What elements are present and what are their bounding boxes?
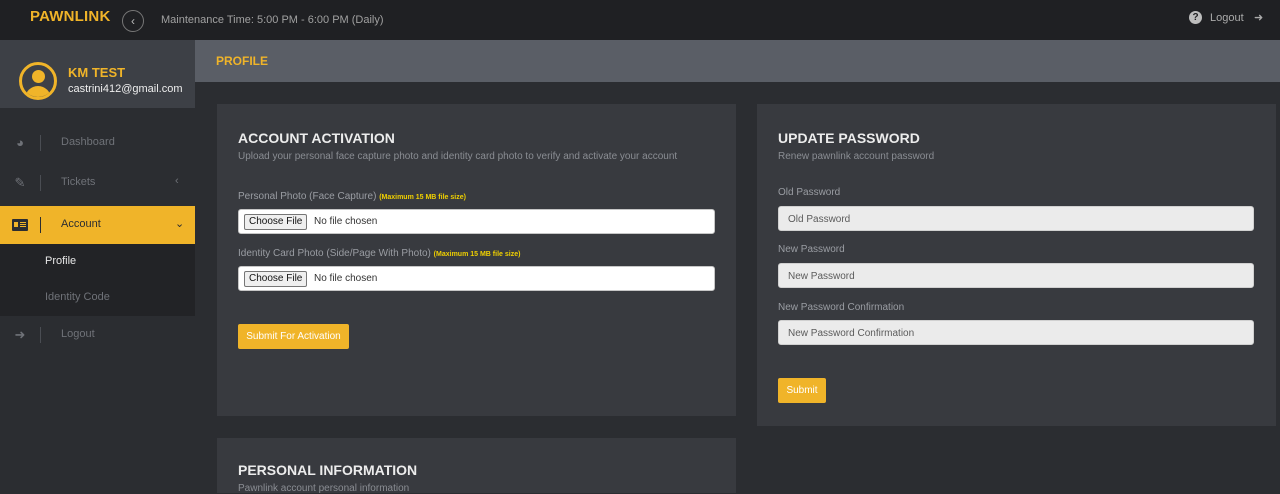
ticket-icon: ✎ bbox=[14, 175, 26, 190]
choose-file-button[interactable]: Choose File bbox=[244, 214, 308, 230]
user-email: castrini412@gmail.com bbox=[68, 83, 183, 95]
panel-title: UPDATE PASSWORD bbox=[778, 130, 920, 146]
choose-file-button[interactable]: Choose File bbox=[244, 271, 308, 287]
top-logout-link[interactable]: Logout bbox=[1210, 12, 1244, 24]
sidebar-subitem-identity-code[interactable]: Identity Code bbox=[0, 280, 195, 316]
page-title: PROFILE bbox=[216, 54, 269, 68]
user-profile-box: KM TEST castrini412@gmail.com bbox=[0, 40, 195, 108]
sidebar-item-account[interactable]: Account ⌄ bbox=[0, 206, 195, 244]
new-password-label: New Password bbox=[778, 244, 845, 255]
file-status: No file chosen bbox=[314, 273, 378, 284]
sidebar-subitem-label: Profile bbox=[45, 255, 77, 267]
update-password-panel: UPDATE PASSWORD Renew pawnlink account p… bbox=[757, 104, 1276, 426]
chevron-left-icon: ‹ bbox=[175, 175, 179, 187]
sign-out-icon[interactable]: ➜ bbox=[1254, 11, 1263, 24]
user-name: KM TEST bbox=[68, 65, 126, 80]
maintenance-notice: Maintenance Time: 5:00 PM - 6:00 PM (Dai… bbox=[161, 14, 384, 26]
new-password-field[interactable]: New Password bbox=[778, 263, 1254, 288]
file-size-note: (Maximum 15 MB file size) bbox=[433, 251, 521, 258]
avatar bbox=[19, 62, 57, 100]
personal-photo-label: Personal Photo (Face Capture) (Maximum 1… bbox=[238, 191, 466, 202]
identity-card-photo-label: Identity Card Photo (Side/Page With Phot… bbox=[238, 248, 521, 259]
identity-card-file-input[interactable]: Choose File No file chosen bbox=[238, 266, 715, 291]
old-password-field[interactable]: Old Password bbox=[778, 206, 1254, 231]
sidebar-item-dashboard[interactable]: ◕ Dashboard bbox=[0, 124, 195, 162]
sidebar-item-label: Logout bbox=[61, 328, 95, 340]
chevron-left-icon[interactable]: ‹ bbox=[122, 10, 144, 32]
old-password-label: Old Password bbox=[778, 187, 841, 198]
sidebar-item-label: Tickets bbox=[61, 176, 96, 188]
sidebar-item-label: Dashboard bbox=[61, 136, 115, 148]
chevron-down-icon: ⌄ bbox=[175, 218, 185, 230]
submit-password-button[interactable]: Submit bbox=[778, 378, 826, 403]
id-card-icon bbox=[12, 219, 28, 231]
panel-title: ACCOUNT ACTIVATION bbox=[238, 130, 395, 146]
page-header: PROFILE bbox=[195, 40, 1280, 82]
submit-for-activation-button[interactable]: Submit For Activation bbox=[238, 324, 349, 349]
sidebar-item-logout[interactable]: ➜ Logout bbox=[0, 316, 195, 354]
brand-logo[interactable]: PAWNLINK bbox=[30, 8, 110, 25]
personal-information-panel: PERSONAL INFORMATION Pawnlink account pe… bbox=[217, 438, 736, 494]
top-bar: PAWNLINK ‹ Maintenance Time: 5:00 PM - 6… bbox=[0, 0, 1280, 40]
new-password-confirmation-label: New Password Confirmation bbox=[778, 302, 905, 313]
account-activation-panel: ACCOUNT ACTIVATION Upload your personal … bbox=[217, 104, 736, 416]
personal-photo-file-input[interactable]: Choose File No file chosen bbox=[238, 209, 715, 234]
panel-subtitle: Renew pawnlink account password bbox=[778, 151, 935, 162]
sidebar-item-tickets[interactable]: ✎ Tickets ‹ bbox=[0, 164, 195, 202]
sidebar-subitem-profile[interactable]: Profile bbox=[0, 244, 195, 280]
sidebar: KM TEST castrini412@gmail.com ◕ Dashboar… bbox=[0, 40, 195, 493]
question-circle-icon[interactable]: ? bbox=[1189, 11, 1202, 24]
panel-subtitle: Upload your personal face capture photo … bbox=[238, 151, 678, 162]
new-password-placeholder: New Password bbox=[788, 271, 855, 282]
file-size-note: (Maximum 15 MB file size) bbox=[379, 194, 466, 201]
sign-out-icon: ➜ bbox=[14, 327, 26, 342]
old-password-placeholder: Old Password bbox=[788, 214, 851, 225]
dashboard-icon: ◕ bbox=[16, 135, 24, 150]
new-password-confirmation-field[interactable]: New Password Confirmation bbox=[778, 320, 1254, 345]
panel-title: PERSONAL INFORMATION bbox=[238, 462, 418, 478]
file-status: No file chosen bbox=[314, 216, 378, 227]
panel-subtitle: Pawnlink account personal information bbox=[238, 483, 410, 494]
sidebar-subitem-label: Identity Code bbox=[45, 291, 110, 303]
new-password-confirmation-placeholder: New Password Confirmation bbox=[788, 328, 915, 339]
sidebar-item-label: Account bbox=[61, 218, 101, 230]
